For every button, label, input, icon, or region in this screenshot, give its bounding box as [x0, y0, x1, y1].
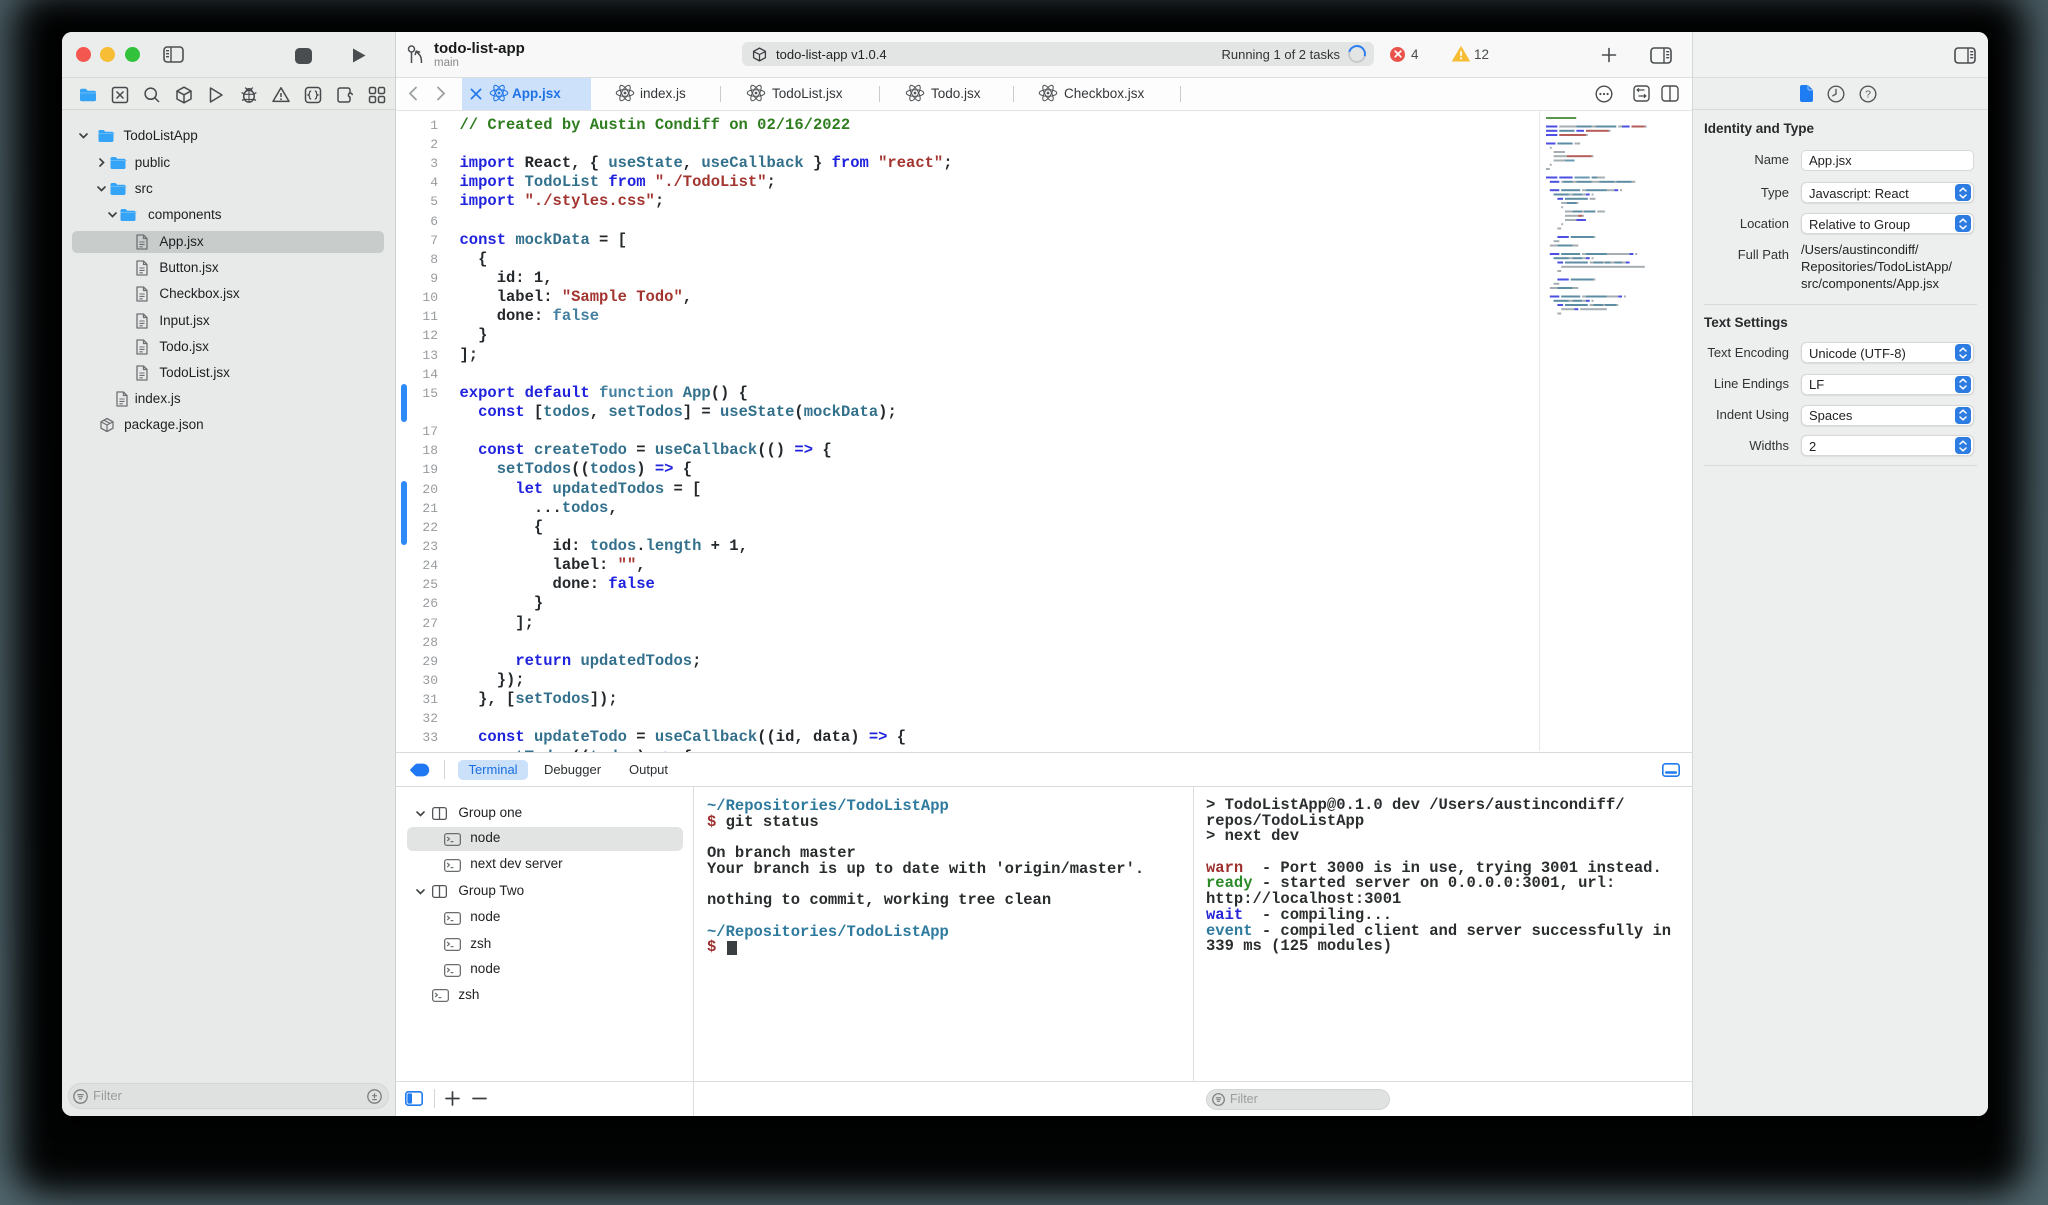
svg-text:?: ? — [1865, 89, 1871, 101]
